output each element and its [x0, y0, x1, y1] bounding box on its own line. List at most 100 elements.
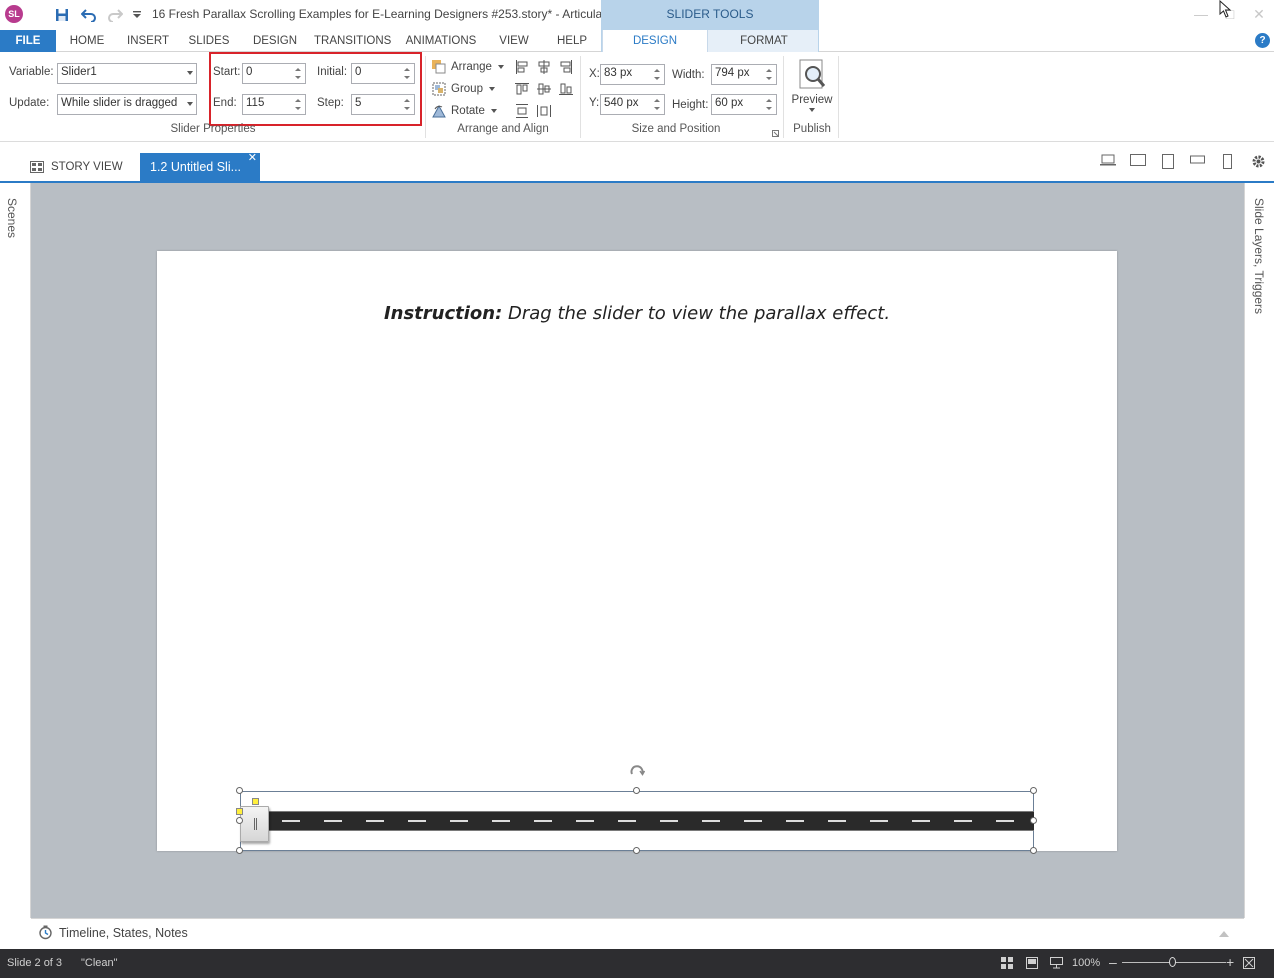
timeline-icon: [38, 925, 53, 943]
preview-mode-icon[interactable]: [1050, 957, 1063, 972]
timeline-bar[interactable]: [31, 918, 1244, 949]
align-right-icon[interactable]: [558, 59, 574, 75]
preview-label: Preview: [791, 94, 833, 106]
close-icon[interactable]: ✕: [1251, 6, 1267, 22]
tab-file[interactable]: FILE: [0, 30, 56, 52]
group-divider: [580, 56, 581, 138]
story-view-icon: [30, 161, 44, 173]
customize-toolbar-icon[interactable]: [131, 6, 143, 24]
align-top-icon[interactable]: [514, 81, 530, 97]
help-icon[interactable]: ?: [1255, 33, 1270, 48]
arrange-label: Arrange: [451, 61, 492, 73]
title-bar: SL 16 Fresh Parallax Scrolling Examples …: [0, 0, 1274, 30]
x-stepper[interactable]: 83 px: [600, 64, 665, 85]
adjust-handle[interactable]: [236, 808, 243, 815]
width-stepper[interactable]: 794 px: [711, 64, 777, 85]
y-stepper[interactable]: 540 px: [600, 94, 665, 115]
y-value: 540 px: [604, 97, 639, 109]
instruction-text[interactable]: Instruction: Drag the slider to view the…: [157, 303, 1117, 324]
tab-animations[interactable]: ANIMATIONS: [402, 30, 480, 52]
dialog-launcher-icon[interactable]: [772, 126, 779, 140]
rotate-button[interactable]: Rotate: [432, 102, 497, 120]
story-view-tab[interactable]: STORY VIEW: [30, 158, 123, 176]
scenes-panel-label[interactable]: Scenes: [5, 198, 19, 238]
variable-dropdown[interactable]: Slider1: [57, 63, 197, 84]
phone-landscape-icon[interactable]: [1190, 154, 1205, 164]
group-button[interactable]: Group: [432, 80, 495, 98]
variable-value: Slider1: [61, 66, 97, 78]
resize-handle-bottom-right[interactable]: [1030, 847, 1037, 854]
group-divider: [783, 56, 784, 138]
width-value: 794 px: [715, 67, 750, 79]
tablet-portrait-icon[interactable]: [1162, 154, 1174, 169]
zoom-out-icon[interactable]: –: [1109, 954, 1117, 970]
slide-layers-panel-label[interactable]: Slide Layers, Triggers: [1252, 198, 1266, 314]
y-label: Y:: [589, 97, 600, 109]
fit-to-window-icon[interactable]: [1243, 957, 1255, 972]
status-bar: Slide 2 of 3 "Clean" 100% – +: [0, 949, 1274, 978]
resize-handle-bottom-left[interactable]: [236, 847, 243, 854]
x-value: 83 px: [604, 67, 633, 79]
distribute-vertical-icon[interactable]: [514, 103, 530, 119]
tab-slider-design[interactable]: DESIGN: [602, 30, 708, 53]
align-left-icon[interactable]: [514, 59, 530, 75]
timeline-label[interactable]: Timeline, States, Notes: [59, 926, 188, 940]
align-bottom-icon[interactable]: [558, 81, 574, 97]
save-icon[interactable]: [53, 6, 71, 24]
slider-tools-context: SLIDER TOOLS: [601, 0, 819, 30]
normal-view-mode-icon[interactable]: [1026, 957, 1038, 972]
arrange-align-group-label: Arrange and Align: [457, 123, 549, 135]
rotate-handle-icon[interactable]: [629, 765, 646, 781]
expand-timeline-icon[interactable]: [1219, 931, 1229, 937]
tab-view[interactable]: VIEW: [494, 30, 534, 52]
zoom-in-icon[interactable]: +: [1226, 954, 1234, 970]
window-title: 16 Fresh Parallax Scrolling Examples for…: [152, 7, 623, 21]
laptop-view-icon[interactable]: [1100, 154, 1116, 166]
slide-tab[interactable]: 1.2 Untitled Sli... ✕: [140, 152, 260, 181]
update-label: Update:: [9, 97, 50, 109]
undo-icon[interactable]: [80, 6, 98, 24]
slide[interactable]: Instruction: Drag the slider to view the…: [157, 251, 1117, 851]
tab-design[interactable]: DESIGN: [248, 30, 302, 52]
height-label: Height:: [672, 99, 709, 111]
arrange-button[interactable]: Arrange: [432, 58, 504, 76]
distribute-horizontal-icon[interactable]: [536, 103, 552, 119]
phone-portrait-icon[interactable]: [1223, 154, 1232, 169]
resize-handle-top[interactable]: [633, 787, 640, 794]
tab-home[interactable]: HOME: [64, 30, 110, 52]
variable-label: Variable:: [9, 66, 54, 78]
redo-icon[interactable]: [106, 6, 124, 24]
adjust-handle[interactable]: [252, 798, 259, 805]
instruction-bold-label: Instruction:: [383, 303, 503, 324]
resize-handle-top-right[interactable]: [1030, 787, 1037, 794]
group-divider: [838, 56, 839, 138]
preview-button[interactable]: Preview: [788, 56, 836, 120]
tab-transitions[interactable]: TRANSITIONS: [314, 30, 391, 52]
story-view-label: STORY VIEW: [51, 161, 123, 173]
update-dropdown[interactable]: While slider is dragged: [57, 94, 197, 115]
resize-handle-top-left[interactable]: [236, 787, 243, 794]
publish-group-label: Publish: [793, 123, 831, 135]
story-view-mode-icon[interactable]: [1001, 957, 1013, 972]
tablet-landscape-icon[interactable]: [1130, 154, 1146, 166]
settings-gear-icon[interactable]: [1251, 154, 1266, 169]
update-value: While slider is dragged: [61, 97, 178, 109]
tab-slider-format[interactable]: FORMAT: [722, 30, 806, 52]
slider-properties-group-label: Slider Properties: [170, 123, 256, 135]
height-stepper[interactable]: 60 px: [711, 94, 777, 115]
resize-handle-bottom[interactable]: [633, 847, 640, 854]
tab-slides[interactable]: SLIDES: [186, 30, 232, 52]
slider-thumb[interactable]: [240, 806, 269, 842]
resize-handle-right[interactable]: [1030, 817, 1037, 824]
tab-help[interactable]: HELP: [552, 30, 592, 52]
align-middle-icon[interactable]: [536, 81, 552, 97]
zoom-slider-thumb[interactable]: [1169, 957, 1176, 967]
size-position-group-label: Size and Position: [631, 123, 721, 135]
tab-insert[interactable]: INSERT: [124, 30, 172, 52]
close-tab-icon[interactable]: ✕: [248, 152, 257, 164]
minimize-icon[interactable]: —: [1193, 6, 1209, 22]
resize-handle-left[interactable]: [236, 817, 243, 824]
slider-track-edge: [268, 830, 1034, 831]
scenes-panel[interactable]: [0, 183, 31, 918]
align-center-icon[interactable]: [536, 59, 552, 75]
